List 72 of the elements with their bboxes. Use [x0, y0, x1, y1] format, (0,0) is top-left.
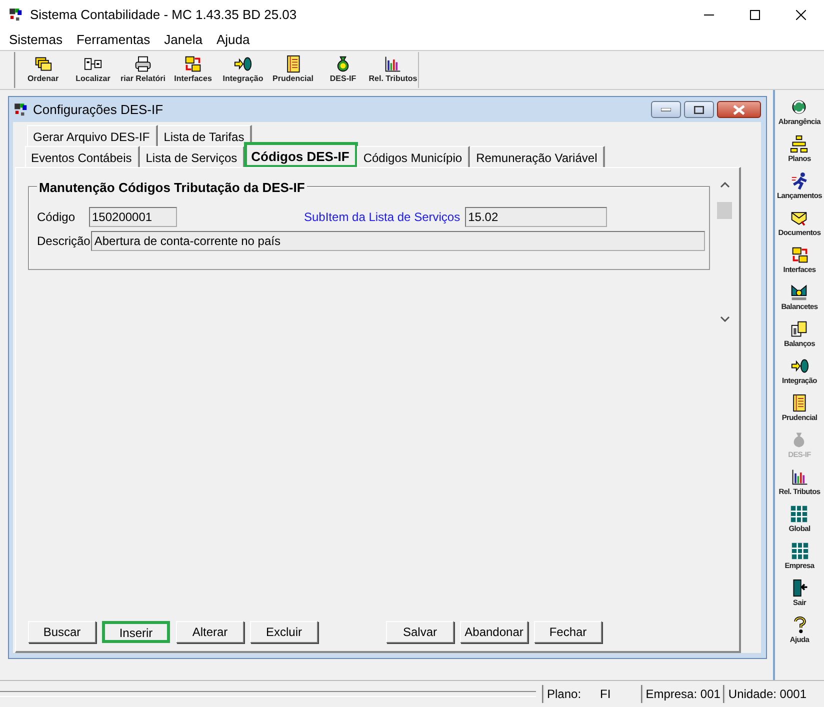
envelope-icon — [790, 209, 808, 227]
boxes-icon — [84, 55, 102, 73]
code-field[interactable]: 150200001 — [89, 207, 177, 227]
printer-icon — [134, 55, 152, 73]
bar-chart-icon — [384, 55, 402, 73]
maximize-icon — [750, 10, 760, 20]
status-value: FI — [600, 686, 611, 703]
chevron-down-icon — [720, 316, 730, 322]
org-chart-icon — [790, 135, 808, 153]
field-label: Código — [37, 209, 76, 226]
restore-button[interactable] — [684, 101, 714, 118]
subitem-field[interactable]: 15.02 — [465, 207, 608, 227]
action-button[interactable]: Alterar — [176, 621, 244, 643]
restore-icon — [694, 106, 704, 114]
toolbar-button[interactable]: Prudencial — [268, 52, 318, 88]
toolbar-button[interactable]: Ordenar — [18, 52, 68, 88]
close-icon — [733, 104, 745, 114]
scrollbar[interactable] — [716, 182, 733, 322]
menu-item[interactable]: Sistemas — [2, 30, 70, 50]
tab[interactable]: Códigos Município — [357, 146, 470, 167]
tab[interactable]: Códigos DES-IF — [245, 143, 358, 167]
grid-icon — [790, 542, 808, 560]
toolbar-button[interactable]: Integração — [218, 52, 268, 88]
toolbar-button[interactable]: Rel. Tributos — [368, 52, 418, 88]
field-link[interactable]: SubItem da Lista de Serviços — [304, 208, 460, 226]
action-button[interactable]: Inserir — [102, 621, 170, 643]
action-button[interactable]: Salvar — [386, 621, 454, 643]
refresh-icon — [790, 98, 808, 116]
window-title: Sistema Contabilidade - MC 1.43.35 BD 25.03 — [30, 6, 298, 24]
action-button[interactable]: Excluir — [250, 621, 318, 643]
action-button[interactable]: Abandonar — [460, 621, 528, 643]
door-exit-icon — [790, 579, 808, 597]
folders-arrows-icon — [790, 246, 808, 264]
toolbar-button[interactable]: Interfaces — [168, 52, 218, 88]
tab[interactable]: Remuneração Variável — [470, 146, 606, 167]
app-icon — [13, 102, 29, 118]
status-text: Unidade: 0001 — [723, 685, 810, 703]
toolbar-button[interactable]: riar Relatóri — [118, 52, 168, 88]
action-button[interactable]: Buscar — [28, 621, 96, 643]
menu-item[interactable]: Janela — [157, 30, 210, 50]
arrow-cylinder-icon — [234, 55, 252, 73]
folders-icon — [34, 55, 52, 73]
tab[interactable]: Gerar Arquivo DES-IF — [27, 125, 158, 146]
minimize-button[interactable] — [651, 101, 681, 118]
action-button[interactable]: Fechar — [534, 621, 602, 643]
notebook-icon — [790, 394, 808, 412]
running-figure-icon — [790, 172, 808, 190]
tab[interactable]: Eventos Contábeis — [25, 146, 140, 167]
menu-item[interactable]: Ferramentas — [69, 30, 158, 50]
toolbar-button[interactable]: DES-IF — [318, 52, 368, 88]
document-icon — [790, 320, 808, 338]
minimize-icon — [661, 108, 671, 112]
status-label: Plano: — [542, 685, 584, 703]
scale-icon — [790, 283, 808, 301]
grid-icon — [790, 505, 808, 523]
menu-item[interactable]: Ajuda — [209, 30, 257, 50]
folders-arrows-icon — [184, 55, 202, 73]
chevron-up-icon — [720, 182, 730, 188]
field-label: Descrição — [37, 233, 90, 250]
status-text: Empresa: 001 — [640, 685, 724, 703]
tab[interactable]: Lista de Serviços — [140, 146, 246, 167]
scrollbar-thumb[interactable] — [717, 202, 732, 219]
toolbar-button[interactable]: Localizar — [68, 52, 118, 88]
window-title: Configurações DES-IF — [33, 100, 164, 119]
bar-chart-icon — [790, 468, 808, 486]
notebook-icon — [284, 55, 302, 73]
close-button[interactable] — [717, 101, 761, 118]
description-field[interactable]: Abertura de conta-corrente no país — [91, 231, 705, 251]
arrow-cylinder-icon — [790, 357, 808, 375]
close-icon — [796, 10, 806, 20]
app-icon — [8, 7, 24, 23]
tab[interactable]: Lista de Tarifas — [158, 125, 252, 146]
